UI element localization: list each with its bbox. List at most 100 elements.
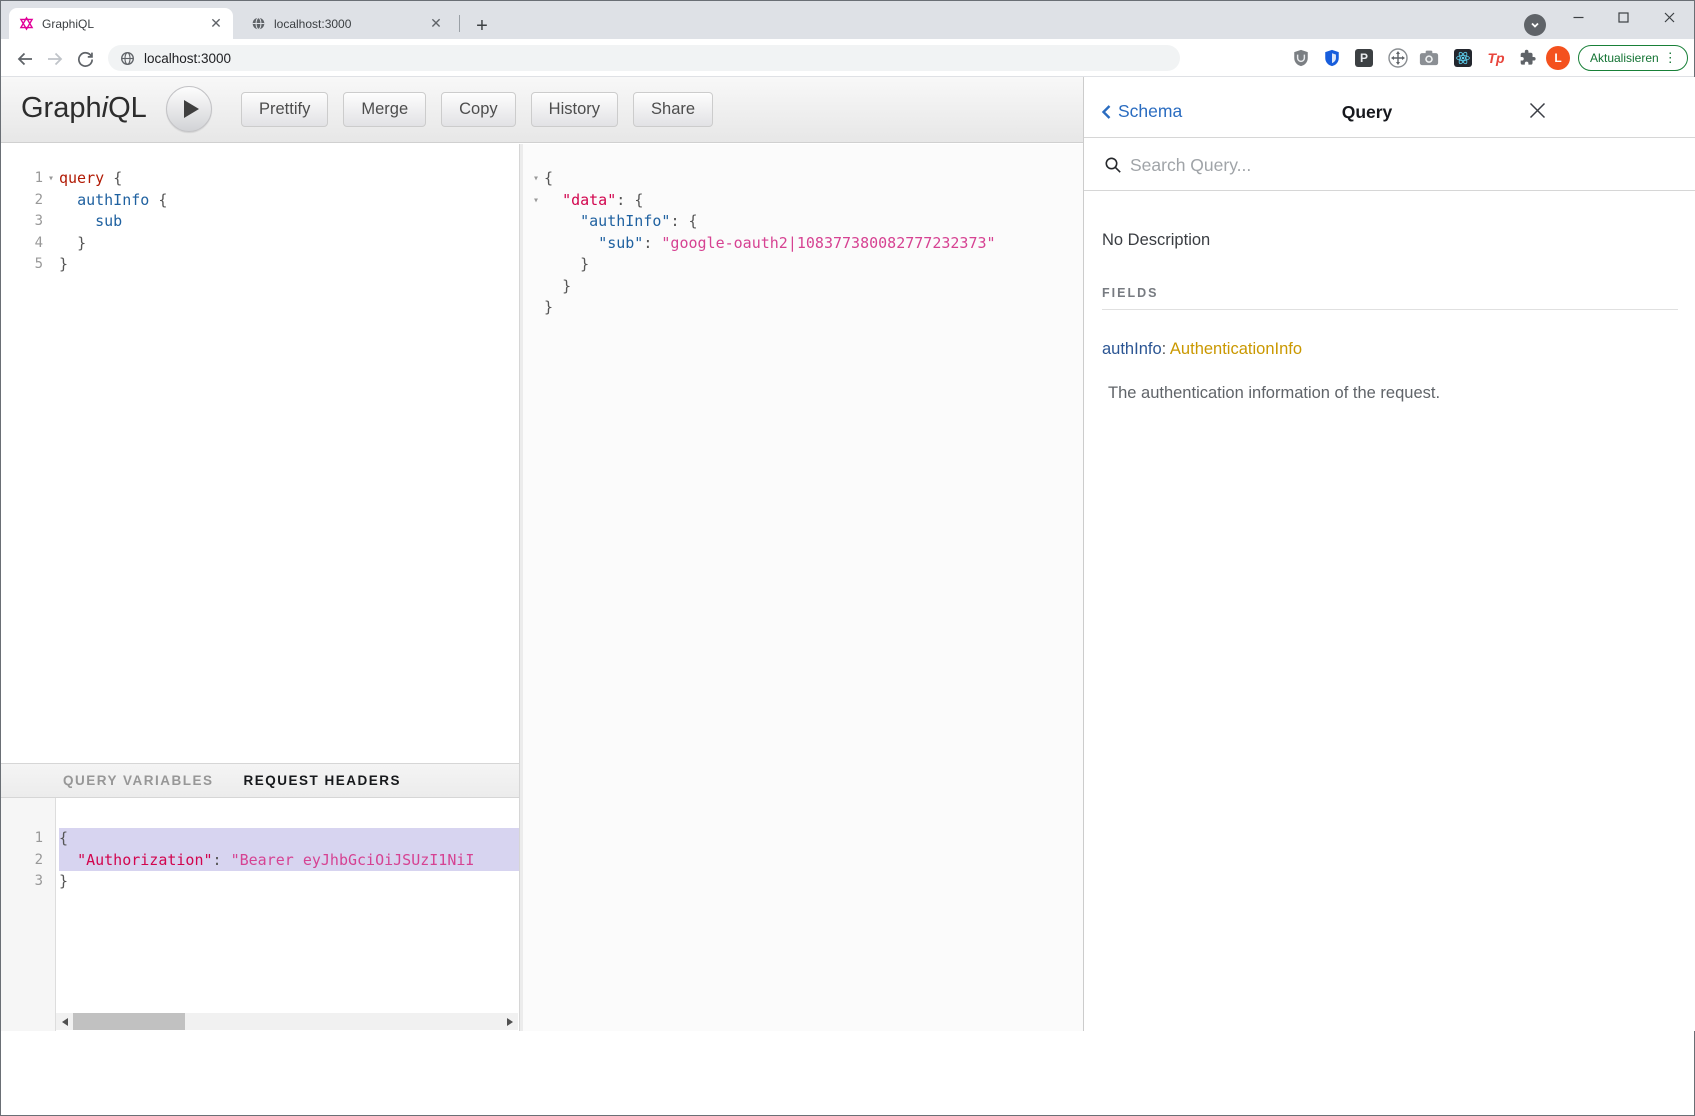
share-button[interactable]: Share	[633, 92, 713, 127]
code-text: authInfo {	[59, 190, 519, 212]
browser-toolbar: localhost:3000 P Tp L Aktualisieren ⋮	[1, 39, 1694, 77]
minimize-button[interactable]	[1559, 3, 1597, 31]
update-label: Aktualisieren	[1590, 51, 1659, 65]
history-button[interactable]: History	[531, 92, 618, 127]
graphiql-logo: GraphiQL	[21, 92, 147, 125]
field-type-link[interactable]: AuthenticationInfo	[1170, 340, 1302, 358]
kebab-menu-icon[interactable]: ⋮	[1664, 50, 1677, 66]
bitwarden-extension-icon[interactable]	[1320, 46, 1344, 70]
graphiql-app: GraphiQL Prettify Merge Copy History Sha…	[1, 77, 1694, 1115]
copy-button[interactable]: Copy	[441, 92, 516, 127]
fold-arrow-icon[interactable]: ▾	[43, 168, 59, 190]
fold-gutter	[43, 190, 59, 212]
fold-gutter	[528, 233, 544, 255]
line-number: 2	[7, 190, 43, 212]
code-line: "authInfo": {	[528, 211, 1083, 233]
chevron-left-icon	[1100, 104, 1112, 120]
doc-explorer-header: Schema Query	[1084, 77, 1695, 138]
field-colon: :	[1162, 340, 1167, 358]
fold-gutter	[43, 211, 59, 233]
doc-search-input[interactable]	[1130, 151, 1550, 179]
graphiql-topbar: GraphiQL Prettify Merge Copy History Sha…	[1, 77, 1083, 143]
graphiql-logo-icon	[19, 16, 34, 31]
code-line: }	[528, 276, 1083, 298]
field-item: authInfo: AuthenticationInfo	[1102, 340, 1678, 359]
react-devtools-extension-icon[interactable]	[1451, 46, 1475, 70]
field-name-link[interactable]: authInfo	[1102, 340, 1162, 358]
query-editor[interactable]: 1▾query {2 authInfo {3 sub4 }5}	[1, 144, 519, 763]
tab-title: localhost:3000	[274, 17, 427, 31]
tab-request-headers[interactable]: REQUEST HEADERS	[244, 773, 402, 788]
code-line: ▾{	[528, 168, 1083, 190]
tab-close-icon[interactable]: ✕	[207, 15, 225, 33]
field-description: The authentication information of the re…	[1102, 384, 1678, 403]
play-icon	[184, 100, 199, 118]
extensions-puzzle-icon[interactable]	[1516, 46, 1540, 70]
code-line: 2 "Authorization": "Bearer eyJhbGciOiJSU…	[7, 850, 519, 872]
reload-button[interactable]	[73, 47, 97, 71]
close-window-button[interactable]	[1650, 3, 1688, 31]
doc-close-button[interactable]	[1526, 99, 1548, 121]
secondary-editor-tabbar: QUERY VARIABLES REQUEST HEADERS	[1, 763, 519, 798]
request-headers-editor[interactable]: 1{2 "Authorization": "Bearer eyJhbGciOiJ…	[1, 798, 519, 1031]
doc-search-row	[1084, 138, 1695, 191]
scrollbar-thumb[interactable]	[73, 1013, 185, 1030]
doc-explorer-body: No Description FIELDS authInfo: Authenti…	[1084, 231, 1695, 403]
horizontal-scrollbar[interactable]	[56, 1013, 518, 1030]
graphiql-toolbar-buttons: Prettify Merge Copy History Share	[241, 92, 713, 127]
ublock-extension-icon[interactable]	[1289, 46, 1313, 70]
code-text: }	[544, 276, 1083, 298]
back-button[interactable]	[13, 47, 37, 71]
execute-query-button[interactable]	[166, 86, 212, 132]
chrome-update-button[interactable]: Aktualisieren ⋮	[1578, 45, 1688, 71]
p-extension-icon[interactable]: P	[1352, 46, 1376, 70]
forward-button[interactable]	[43, 47, 67, 71]
search-icon	[1104, 156, 1122, 174]
profile-avatar[interactable]: L	[1546, 46, 1570, 70]
code-text: query {	[59, 168, 519, 190]
tab-query-variables[interactable]: QUERY VARIABLES	[63, 773, 214, 788]
fold-gutter	[528, 211, 544, 233]
doc-explorer: Schema Query No Description FIELDS authI…	[1083, 77, 1695, 1031]
new-tab-button[interactable]: +	[469, 13, 495, 39]
scroll-right-arrow[interactable]	[501, 1013, 518, 1030]
fold-arrow-icon[interactable]: ▾	[528, 190, 544, 212]
code-line: 1▾query {	[7, 168, 519, 190]
fold-gutter	[43, 233, 59, 255]
response-viewer[interactable]: ▾{▾ "data": { "authInfo": { "sub": "goog…	[523, 144, 1083, 1031]
fold-gutter	[528, 297, 544, 319]
code-text: {	[544, 168, 1083, 190]
url-text: localhost:3000	[144, 51, 231, 66]
close-icon	[1529, 102, 1546, 119]
code-line: }	[528, 254, 1083, 276]
scroll-left-arrow[interactable]	[56, 1013, 73, 1030]
fold-gutter	[43, 254, 59, 276]
fold-gutter	[528, 254, 544, 276]
fold-gutter	[43, 871, 59, 893]
doc-title: Query	[1342, 102, 1393, 123]
code-text: {	[59, 828, 519, 850]
type-description: No Description	[1102, 231, 1678, 250]
code-line: 3 sub	[7, 211, 519, 233]
line-number: 5	[7, 254, 43, 276]
code-text: }	[59, 254, 519, 276]
move-tool-extension-icon[interactable]	[1386, 46, 1410, 70]
browser-tab-strip: GraphiQL ✕ localhost:3000 ✕ +	[1, 1, 1694, 39]
browser-tab-localhost[interactable]: localhost:3000 ✕	[241, 8, 453, 39]
line-number: 4	[7, 233, 43, 255]
code-text: "authInfo": {	[544, 211, 1083, 233]
tampermonkey-extension-icon[interactable]: Tp	[1484, 46, 1508, 70]
merge-button[interactable]: Merge	[343, 92, 426, 127]
prettify-button[interactable]: Prettify	[241, 92, 328, 127]
fold-arrow-icon[interactable]: ▾	[528, 168, 544, 190]
address-bar[interactable]: localhost:3000	[108, 45, 1180, 71]
doc-back-link[interactable]: Schema	[1100, 101, 1182, 122]
doc-back-label: Schema	[1118, 101, 1182, 122]
site-globe-icon	[120, 51, 135, 66]
tab-close-icon[interactable]: ✕	[427, 15, 445, 33]
chevron-down-circle-icon[interactable]	[1524, 14, 1546, 36]
line-number: 2	[7, 850, 43, 872]
maximize-button[interactable]	[1604, 3, 1642, 31]
camera-extension-icon[interactable]	[1417, 46, 1441, 70]
browser-tab-graphiql[interactable]: GraphiQL ✕	[9, 8, 233, 39]
